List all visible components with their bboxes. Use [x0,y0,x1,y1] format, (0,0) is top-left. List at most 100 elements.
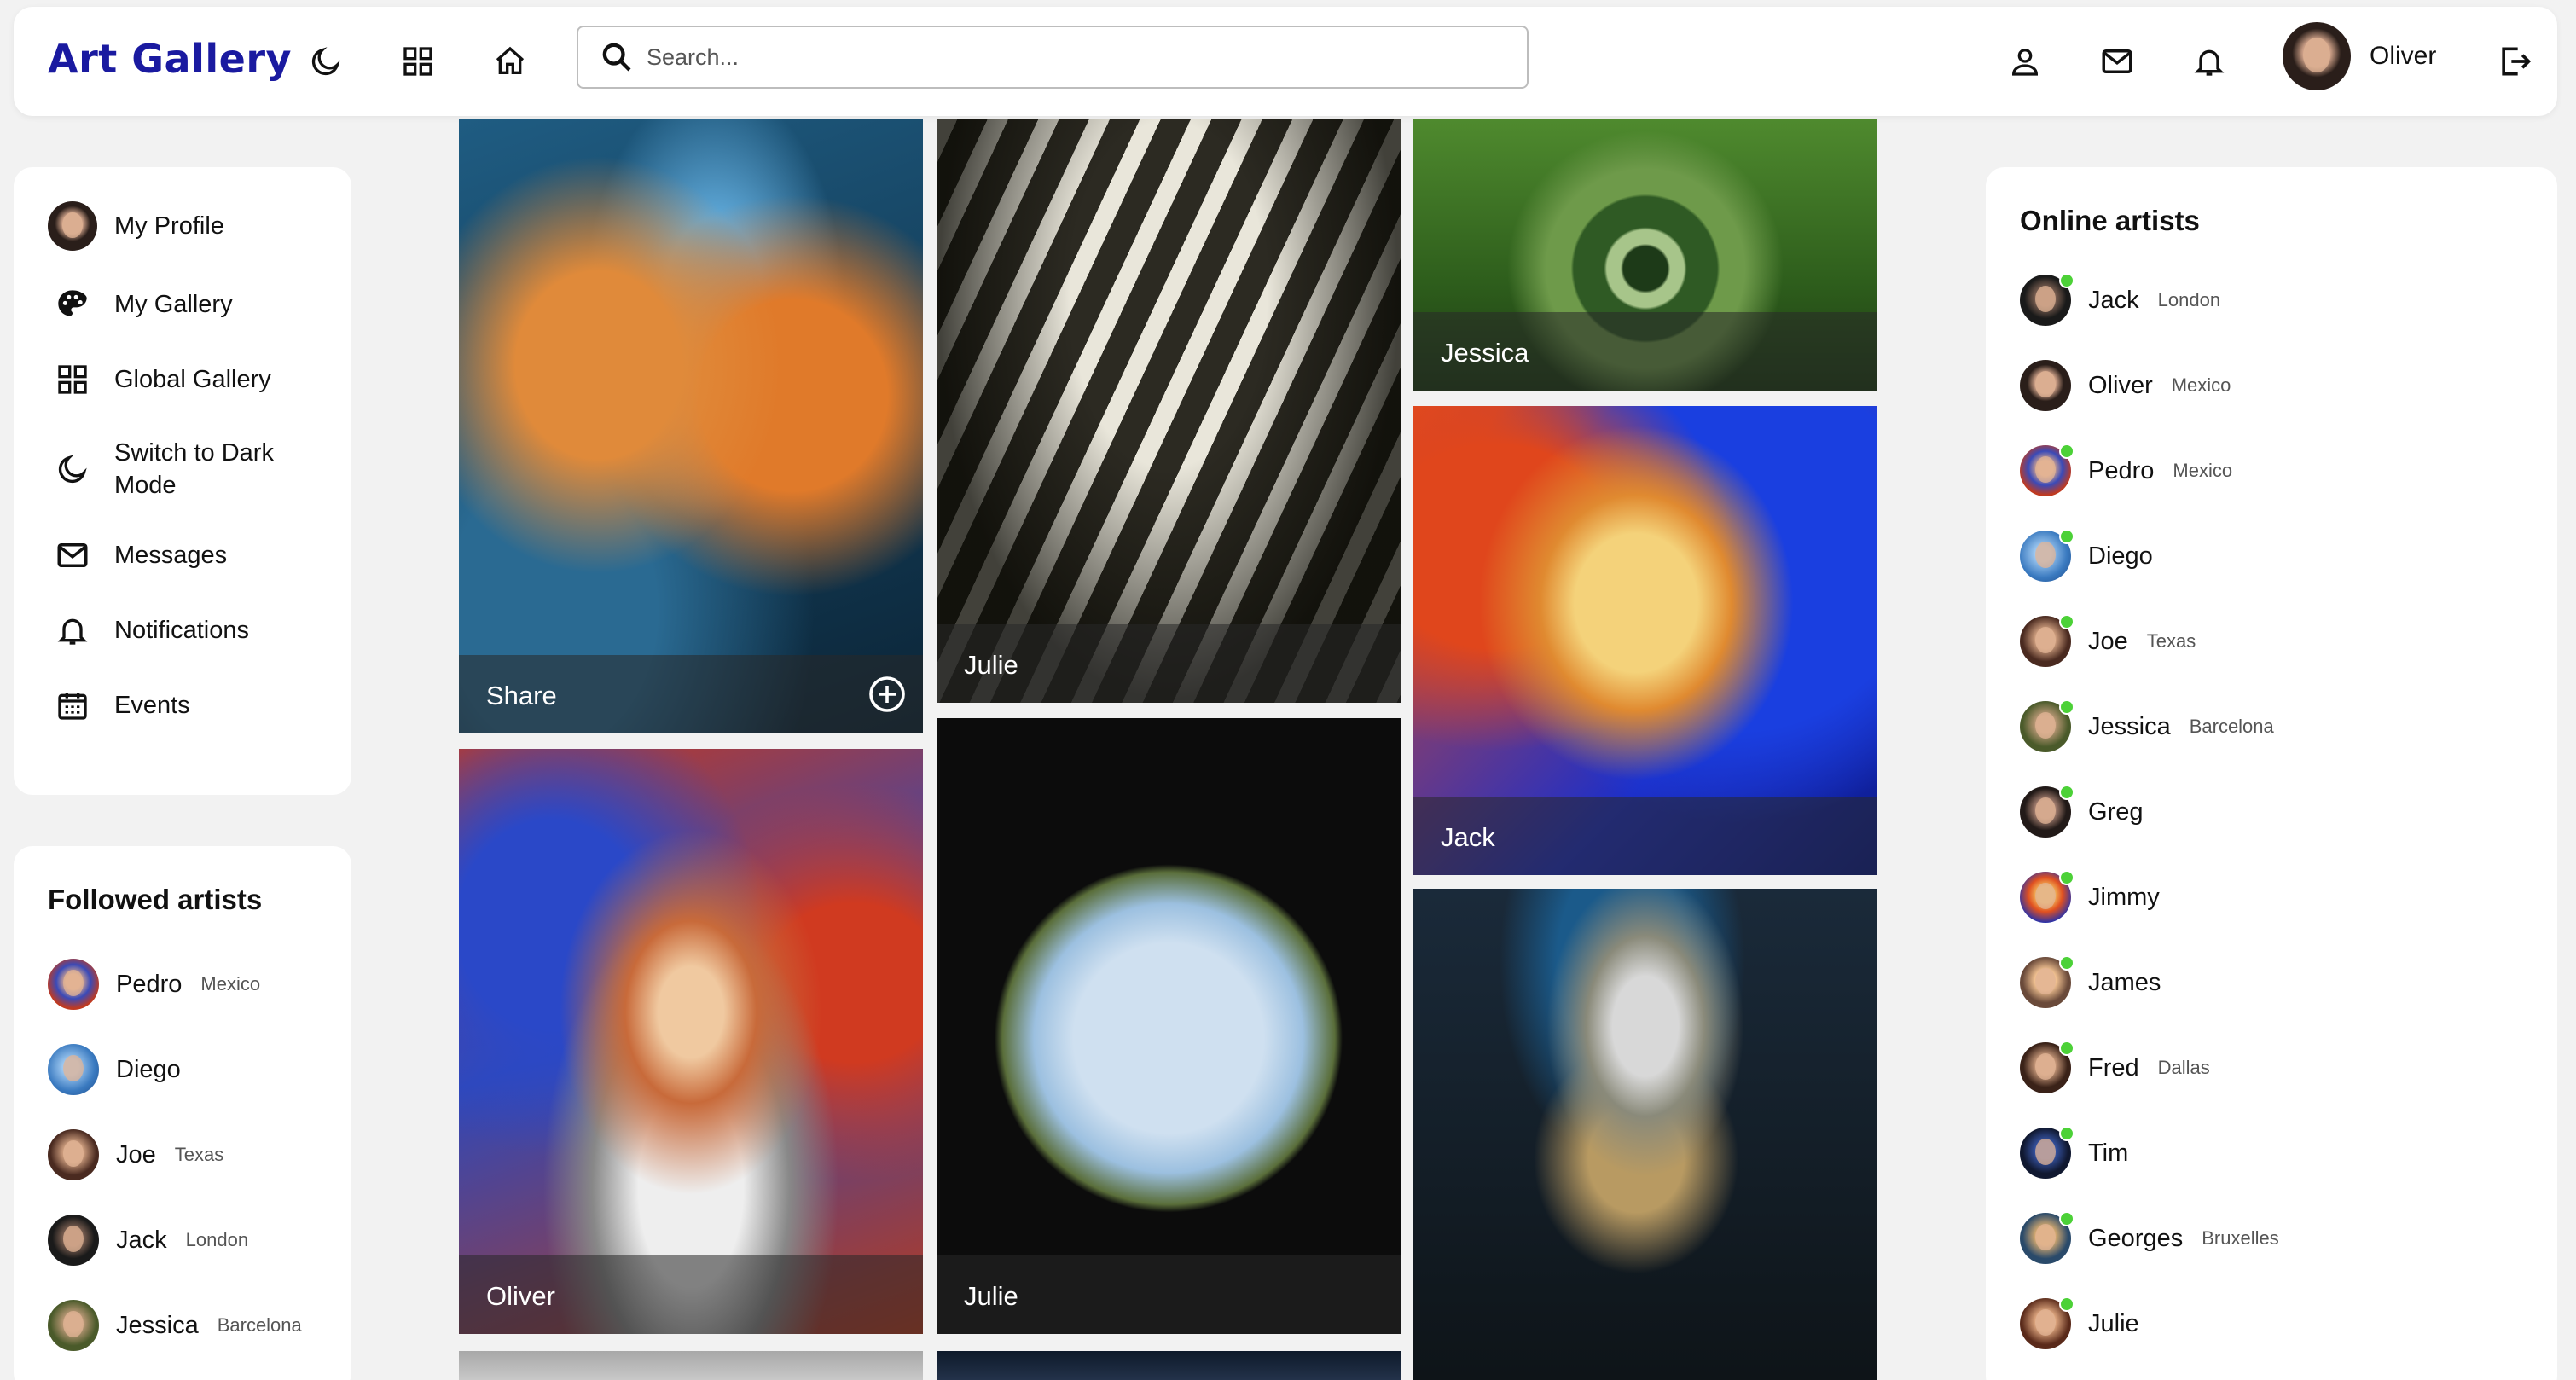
avatar [48,1129,99,1180]
avatar [2283,22,2351,90]
avatar [48,1044,99,1095]
online-artist-item[interactable]: Tim [2020,1126,2147,1179]
menu-item-dark-mode[interactable]: Switch to Dark Mode [48,437,302,502]
online-artist-item[interactable]: Georges Bruxelles [2020,1211,2279,1264]
artist-location: Texas [2146,630,2196,652]
search-bar[interactable] [577,26,1529,89]
menu-item-label: Global Gallery [114,366,271,393]
online-artist-item[interactable]: Joe Texas [2020,614,2196,667]
user-icon[interactable] [2001,38,2049,85]
artist-location: Mexico [2173,460,2233,481]
card-caption: Jack [1441,822,1495,852]
followed-artist-item[interactable]: Diego [48,1044,200,1095]
mail-icon[interactable] [2093,38,2141,85]
top-header: Art Gallery Oliver [14,7,2557,116]
artist-name: Julie [2088,1309,2139,1337]
menu-item-label: Events [114,692,190,719]
gallery-card[interactable]: Jack [1413,406,1877,875]
card-caption: Share [486,681,557,710]
online-artist-item[interactable]: Jimmy [2020,870,2179,923]
moon-icon[interactable] [302,38,350,85]
artist-location: London [2157,289,2221,310]
online-artist-item[interactable]: Greg [2020,785,2161,838]
menu-item-events[interactable]: Events [48,681,190,730]
gallery-card[interactable] [459,1351,923,1380]
online-artists-panel: Online artists Jack London Oliver Mexico… [1986,167,2557,1380]
artist-location: Texas [174,1144,224,1165]
followed-artist-item[interactable]: Pedro Mexico [48,959,260,1010]
online-indicator [2059,699,2074,715]
plus-circle-icon[interactable] [867,674,908,715]
menu-item-messages[interactable]: Messages [48,531,227,580]
gallery-card[interactable]: Share [459,119,923,733]
menu-item-my-profile[interactable]: My Profile [48,201,224,251]
bell-icon [48,606,97,655]
avatar [2020,360,2071,411]
search-input[interactable] [647,32,1527,83]
artist-location: Barcelona [217,1314,302,1336]
search-icon[interactable] [587,27,647,87]
menu-item-label: Notifications [114,617,249,644]
online-indicator [2059,870,2074,885]
artist-name: Pedro [116,970,183,998]
mail-icon [48,531,97,580]
online-indicator [2059,273,2074,288]
artist-location: Dallas [2157,1057,2210,1078]
avatar [2020,1126,2074,1179]
menu-item-notifications[interactable]: Notifications [48,606,249,655]
online-artist-item[interactable]: Diego [2020,529,2172,582]
artist-name: Joe [2088,627,2128,655]
online-indicator [2059,1296,2074,1312]
home-icon[interactable] [486,38,534,85]
avatar [2020,699,2074,752]
online-artist-item[interactable]: Fred Dallas [2020,1041,2210,1093]
bell-icon[interactable] [2185,38,2233,85]
online-indicator [2059,1126,2074,1141]
followed-artist-item[interactable]: Jack London [48,1215,248,1266]
gallery-card[interactable] [1413,889,1877,1380]
avatar [2020,785,2074,838]
online-artist-item[interactable]: Julie [2020,1296,2158,1349]
menu-item-my-gallery[interactable]: My Gallery [48,280,233,329]
user-menu[interactable]: Oliver [2283,20,2436,92]
menu-item-global-gallery[interactable]: Global Gallery [48,355,271,404]
online-indicator [2059,614,2074,629]
online-artist-item[interactable]: James [2020,955,2179,1008]
artist-name: Jack [2088,286,2139,314]
card-caption: Julie [964,1281,1018,1311]
artist-name: Greg [2088,797,2144,826]
followed-artist-item[interactable]: Jessica Barcelona [48,1300,302,1351]
moon-icon [48,444,97,494]
grid-icon[interactable] [394,38,442,85]
followed-artist-item[interactable]: Joe Texas [48,1129,223,1180]
gallery-card[interactable] [937,1351,1401,1380]
online-artist-item[interactable]: Jessica Barcelona [2020,699,2274,752]
online-artist-item[interactable]: Jack London [2020,273,2221,326]
card-caption: Jessica [1441,338,1529,368]
app-logo[interactable]: Art Gallery [48,36,292,82]
avatar [48,959,99,1010]
online-indicator [2059,529,2074,544]
artist-name: James [2088,968,2161,996]
avatar [48,1215,99,1266]
artist-name: Jimmy [2088,883,2160,911]
gallery-card[interactable]: Oliver [459,749,923,1334]
artist-name: Pedro [2088,456,2155,484]
artist-name: Georges [2088,1224,2184,1252]
artist-name: Tim [2088,1139,2129,1167]
online-artist-item[interactable]: Pedro Mexico [2020,444,2233,496]
gallery-card[interactable]: Julie [937,119,1401,703]
artist-name: Oliver [2088,371,2153,399]
card-caption: Oliver [486,1281,555,1311]
panel-title: Online artists [2020,205,2200,236]
online-indicator [2059,955,2074,971]
artist-name: Diego [116,1055,181,1083]
gallery-card[interactable]: Julie [937,718,1401,1334]
menu-item-label: Messages [114,542,228,569]
avatar [2020,955,2074,1008]
logout-icon[interactable] [2491,38,2538,85]
menu-item-label: Switch to Dark Mode [114,439,274,499]
gallery-card[interactable]: Jessica [1413,119,1877,391]
artist-location: London [185,1229,249,1250]
online-artist-item[interactable]: Oliver Mexico [2020,360,2231,411]
